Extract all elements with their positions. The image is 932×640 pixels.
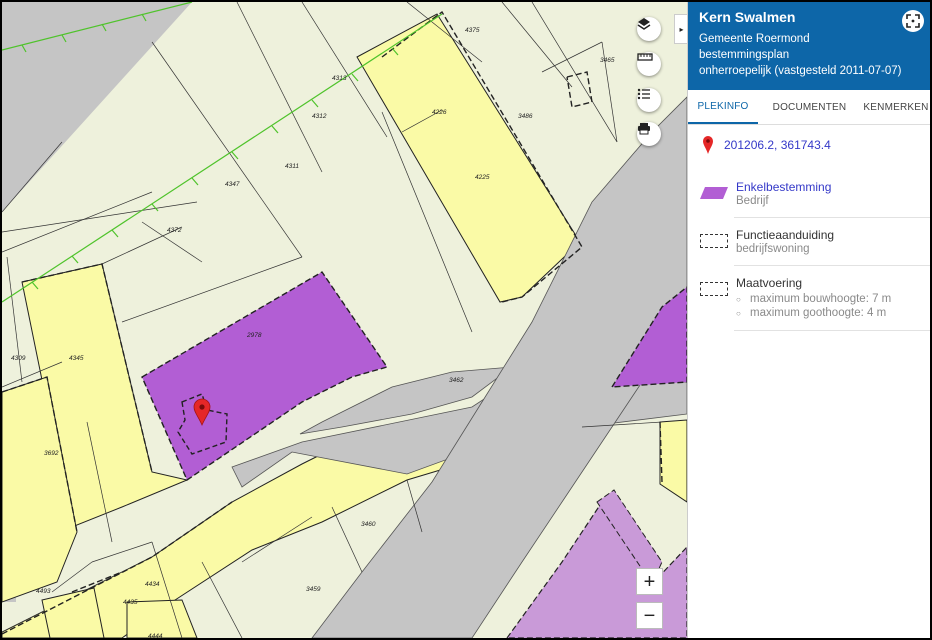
maatvoering-swatch — [698, 276, 730, 320]
parcel-label: 4444 — [148, 633, 163, 638]
panel-header: Kern Swalmen Gemeente Roermond bestemmin… — [688, 2, 930, 90]
maatvoering-title: Maatvoering — [736, 276, 803, 290]
parcel-label: 4375 — [465, 27, 480, 34]
location-pin-icon — [703, 136, 713, 154]
parcel-label: 4435 — [123, 599, 138, 606]
tab-plekinfo[interactable]: PLEKINFO — [688, 90, 758, 124]
parcel-label: 4311 — [285, 163, 299, 170]
parcel-label: 3462 — [449, 377, 464, 384]
parcel-label: 3486 — [518, 113, 533, 120]
parcel-label: 3465 — [600, 57, 615, 64]
functieaanduiding-entry: Functieaanduiding bedrijfswoning — [688, 218, 930, 265]
parcel-label: 4434 — [145, 581, 160, 588]
plan-type: bestemmingsplan — [699, 49, 790, 61]
print-button[interactable] — [637, 122, 661, 146]
parcel-label: 4372 — [167, 227, 182, 234]
enkelbestemming-entry: Enkelbestemming Bedrijf — [688, 170, 930, 217]
enkelbestemming-value: Bedrijf — [736, 195, 769, 207]
parcel-label: 4347 — [225, 181, 240, 188]
parcel-label: 4309 — [11, 355, 26, 362]
plan-title: Kern Swalmen — [699, 9, 796, 25]
layers-icon — [637, 18, 651, 30]
parcel-label: 4345 — [69, 355, 84, 362]
plan-status: onherroepelijk (vastgesteld 2011-07-07) — [699, 65, 902, 77]
maatvoering-entry: Maatvoering maximum bouwhoogte: 7 m maxi… — [688, 266, 930, 330]
parcel-label: 3460 — [361, 521, 376, 528]
panel-tabs: PLEKINFO DOCUMENTEN KENMERKEN — [688, 90, 930, 125]
parcel-label: 3692 — [44, 450, 59, 457]
enkelbestemming-title[interactable]: Enkelbestemming — [736, 180, 831, 194]
info-panel: Kern Swalmen Gemeente Roermond bestemmin… — [687, 2, 930, 638]
maatvoering-list: maximum bouwhoogte: 7 m maximum goothoog… — [736, 292, 891, 321]
app-frame: 4375 3465 4313 4226 3486 4312 4311 4225 … — [0, 0, 932, 640]
fullscreen-button[interactable] — [902, 10, 924, 32]
printer-icon — [638, 123, 650, 135]
functieaanduiding-title: Functieaanduiding — [736, 228, 835, 242]
ruler-icon — [637, 53, 653, 61]
municipality: Gemeente Roermond — [699, 33, 810, 45]
zoom-out-button[interactable]: − — [636, 602, 663, 629]
bestemming-swatch — [698, 180, 730, 207]
parcel-label: 4312 — [312, 113, 327, 120]
parcel-label: 4225 — [475, 174, 490, 181]
layers-button[interactable] — [637, 17, 661, 41]
measure-button[interactable] — [637, 52, 661, 76]
zoom-in-button[interactable]: + — [636, 568, 663, 595]
parcel-label: 4313 — [332, 75, 347, 82]
maatvoering-item: maximum goothoogte: 4 m — [736, 306, 891, 321]
divider — [734, 330, 930, 331]
expand-icon — [906, 14, 920, 28]
map-view[interactable]: 4375 3465 4313 4226 3486 4312 4311 4225 … — [2, 2, 687, 638]
maatvoering-item: maximum bouwhoogte: 7 m — [736, 292, 891, 307]
parcel-label: 4226 — [432, 109, 447, 116]
chevron-right-icon: ▸ — [679, 24, 684, 34]
parcel-label: 2978 — [246, 332, 262, 339]
tab-documenten[interactable]: DOCUMENTEN — [758, 90, 861, 124]
parcel-label: 4493 — [36, 588, 51, 595]
collapse-panel-button[interactable]: ▸ — [674, 14, 687, 44]
coordinates-link[interactable]: 201206.2, 361743.4 — [724, 138, 831, 152]
functieaanduiding-value: bedrijfswoning — [736, 243, 810, 255]
map-canvas[interactable]: 4375 3465 4313 4226 3486 4312 4311 4225 … — [2, 2, 687, 638]
coordinates-row: 201206.2, 361743.4 — [688, 125, 930, 156]
parcel-label: 3459 — [306, 586, 321, 593]
legend-button[interactable] — [637, 88, 661, 112]
list-icon — [637, 88, 650, 100]
functieaanduiding-swatch — [698, 228, 730, 255]
tab-kenmerken[interactable]: KENMERKEN — [861, 90, 930, 124]
